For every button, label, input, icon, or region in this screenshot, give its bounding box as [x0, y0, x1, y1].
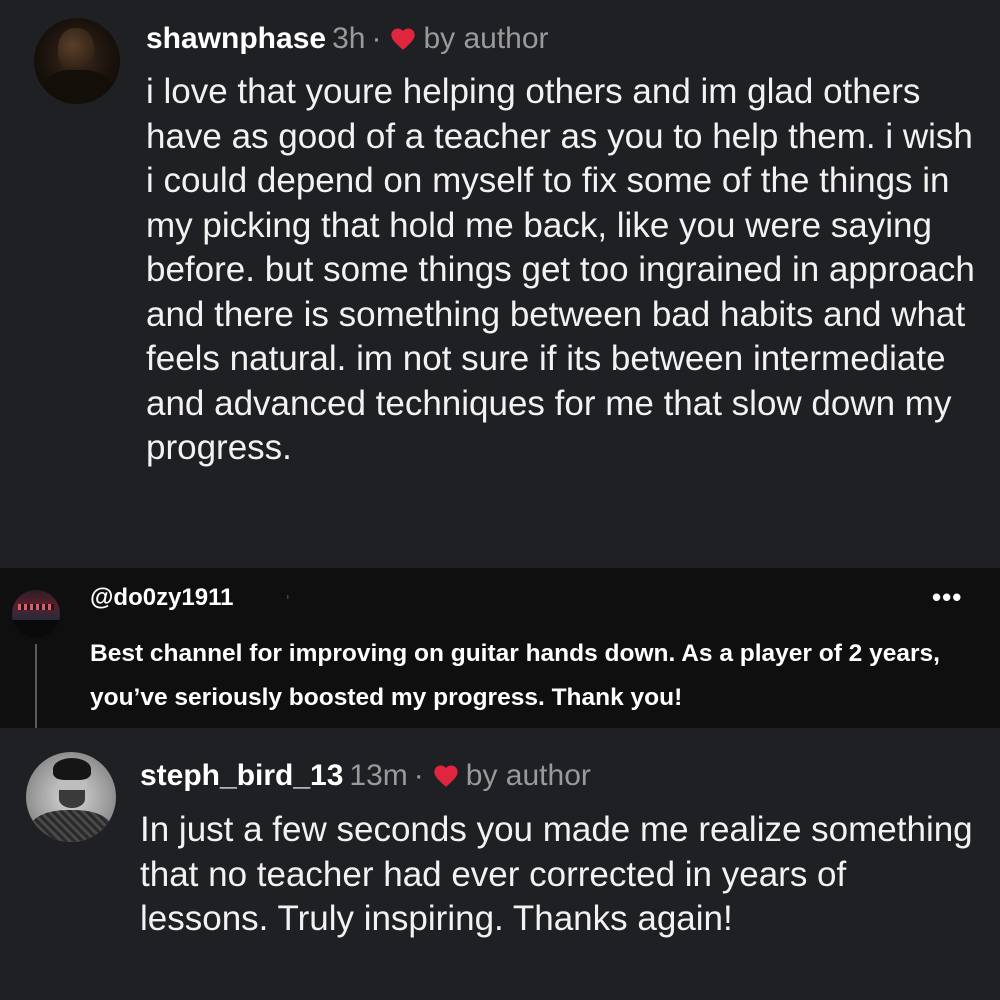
avatar[interactable]	[26, 752, 116, 842]
comment-text: i love that youre helping others and im …	[146, 72, 975, 467]
separator: ·	[371, 22, 382, 55]
heart-icon	[434, 765, 458, 787]
heart-icon	[391, 28, 416, 50]
comment-meta: shawnphase 3h · by author	[146, 21, 549, 57]
liked-by-author-label: by author	[465, 759, 591, 792]
embedded-comment-do0zy1911: @do0zy1911 ' ••• Best channel for improv…	[0, 568, 1000, 728]
separator: ·	[413, 759, 424, 792]
avatar[interactable]	[34, 18, 120, 104]
comment-text: In just a few seconds you made me realiz…	[140, 810, 973, 938]
comment-text: Best channel for improving on guitar han…	[90, 640, 940, 711]
avatar[interactable]	[12, 590, 60, 638]
liked-by-author-label: by author	[423, 22, 549, 55]
comment-meta: steph_bird_13 13m · by author	[140, 758, 591, 794]
more-options-icon[interactable]: •••	[932, 582, 962, 613]
faint-mark: '	[286, 592, 290, 612]
comment-steph-bird-13: steph_bird_13 13m · by author In just a few…	[0, 728, 1000, 1000]
username[interactable]: shawnphase	[146, 22, 326, 55]
username[interactable]: @do0zy1911	[90, 584, 233, 612]
username[interactable]: steph_bird_13	[140, 759, 343, 792]
timestamp: 13m	[349, 759, 408, 792]
thread-line	[35, 644, 37, 728]
timestamp: 3h	[332, 22, 366, 55]
comment-shawnphase: shawnphase 3h · by author i love that youre…	[0, 0, 1000, 568]
